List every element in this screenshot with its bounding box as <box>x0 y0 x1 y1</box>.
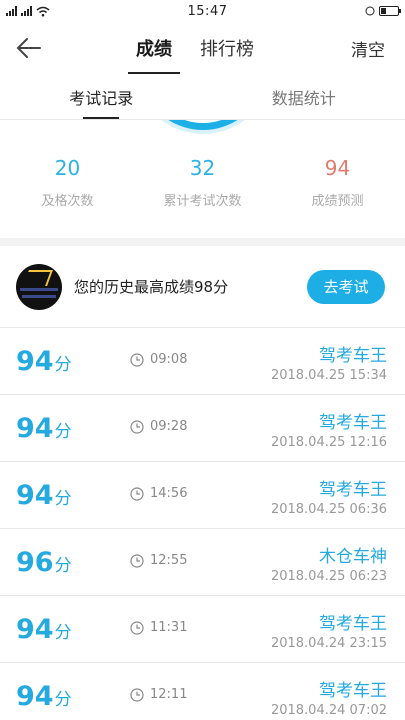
duration: 09:28 <box>130 419 187 434</box>
stats-row: 20 及格次数 32 累计考试次数 94 成绩预测 <box>0 156 405 209</box>
score: 94 分 <box>16 681 72 712</box>
score: 94 分 <box>16 346 72 377</box>
score-value: 94 <box>16 681 54 712</box>
clock-icon <box>130 352 144 367</box>
stat-label: 及格次数 <box>41 194 94 209</box>
score-value: 94 <box>16 346 54 377</box>
section-divider <box>0 238 405 246</box>
score: 94 分 <box>16 413 72 444</box>
status-time: 15:47 <box>187 3 228 19</box>
summary-panel: 20 及格次数 32 累计考试次数 94 成绩预测 <box>0 120 405 238</box>
record-date: 2018.04.25 06:23 <box>270 569 387 584</box>
stat-prediction: 94 成绩预测 <box>270 156 405 209</box>
duration: 12:11 <box>130 687 187 702</box>
list-item[interactable]: 96 分 12:55 木仓车神 2018.04.25 06:23 <box>0 529 405 596</box>
stat-value: 32 <box>189 156 216 180</box>
list-item[interactable]: 94 分 09:28 驾考车王 2018.04.25 12:16 <box>0 395 405 462</box>
sub-tabs: 考试记录 数据统计 <box>0 74 405 120</box>
wifi-icon <box>36 6 50 16</box>
record-date: 2018.04.24 23:15 <box>270 636 387 651</box>
duration-text: 14:56 <box>150 486 188 501</box>
status-icons-right <box>365 6 401 16</box>
clock-icon <box>130 687 144 702</box>
score-unit: 分 <box>54 623 72 643</box>
rank-title: 木仓车神 <box>319 547 387 567</box>
avatar[interactable] <box>16 263 62 310</box>
record-date: 2018.04.25 15:34 <box>270 368 387 383</box>
status-icons-left <box>6 6 50 17</box>
record-date: 2018.04.25 06:36 <box>270 502 387 517</box>
score-value: 96 <box>16 547 54 578</box>
list-item[interactable]: 94 分 12:11 驾考车王 2018.04.24 07:02 <box>0 663 405 720</box>
take-exam-button[interactable]: 去考试 <box>307 269 385 304</box>
score-unit: 分 <box>54 422 72 442</box>
score-unit: 分 <box>54 355 72 375</box>
status-bar: 15:47 <box>0 0 405 22</box>
tab-leaderboard[interactable]: 排行榜 <box>200 22 254 74</box>
score-gauge-arc <box>137 120 268 130</box>
score: 94 分 <box>16 480 72 511</box>
list-item[interactable]: 94 分 14:56 驾考车王 2018.04.25 06:36 <box>0 462 405 529</box>
rank-title: 驾考车王 <box>319 413 387 433</box>
battery-icon <box>379 6 401 16</box>
duration: 11:31 <box>130 620 187 635</box>
tab-scores[interactable]: 成绩 <box>128 22 180 74</box>
rank-title: 驾考车王 <box>319 480 387 500</box>
record-date: 2018.04.25 12:16 <box>270 435 387 450</box>
score-unit: 分 <box>54 489 72 509</box>
clock-icon <box>130 553 144 568</box>
stat-value: 94 <box>324 156 351 180</box>
list-item[interactable]: 94 分 09:08 驾考车王 2018.04.25 15:34 <box>0 328 405 395</box>
list-item[interactable]: 94 分 11:31 驾考车王 2018.04.24 23:15 <box>0 596 405 663</box>
duration-text: 12:11 <box>150 687 188 702</box>
score: 94 分 <box>16 614 72 645</box>
score: 96 分 <box>16 547 72 578</box>
score-value: 94 <box>16 480 54 511</box>
clear-button[interactable]: 清空 <box>351 22 385 74</box>
tab-exam-records[interactable]: 考试记录 <box>0 74 203 119</box>
signal-icon-2 <box>21 6 32 16</box>
best-score-text: 您的历史最高成绩98分 <box>74 278 229 296</box>
rank-title: 驾考车王 <box>319 346 387 366</box>
duration-text: 09:28 <box>150 419 188 434</box>
duration-text: 11:31 <box>150 620 188 635</box>
duration: 09:08 <box>130 352 187 367</box>
duration-text: 09:08 <box>150 352 188 367</box>
clock-icon <box>130 419 144 434</box>
stat-value: 20 <box>54 156 81 180</box>
stat-total: 32 累计考试次数 <box>135 156 270 209</box>
clock-icon <box>130 620 144 635</box>
duration-text: 12:55 <box>150 553 188 568</box>
duration: 12:55 <box>130 553 187 568</box>
top-nav: 成绩 排行榜 清空 <box>0 22 405 74</box>
record-list: 94 分 09:08 驾考车王 2018.04.25 15:34 94 分 09:2… <box>0 328 405 720</box>
duration: 14:56 <box>130 486 187 501</box>
score-unit: 分 <box>54 690 72 710</box>
stat-label: 成绩预测 <box>311 194 364 209</box>
rank-title: 驾考车王 <box>319 681 387 701</box>
score-value: 94 <box>16 614 54 645</box>
score-unit: 分 <box>54 556 72 576</box>
clock-icon <box>130 486 144 501</box>
back-arrow-icon[interactable] <box>14 34 44 62</box>
record-date: 2018.04.24 07:02 <box>270 703 387 718</box>
best-score-bar: 您的历史最高成绩98分 去考试 <box>0 246 405 328</box>
stat-label: 累计考试次数 <box>163 194 242 209</box>
nav-tabs: 成绩 排行榜 <box>128 22 254 74</box>
signal-icon <box>6 6 17 16</box>
score-value: 94 <box>16 413 54 444</box>
tab-data-statistics[interactable]: 数据统计 <box>203 74 405 119</box>
alarm-icon <box>365 6 375 16</box>
stat-passed: 20 及格次数 <box>0 156 135 209</box>
rank-title: 驾考车王 <box>319 614 387 634</box>
